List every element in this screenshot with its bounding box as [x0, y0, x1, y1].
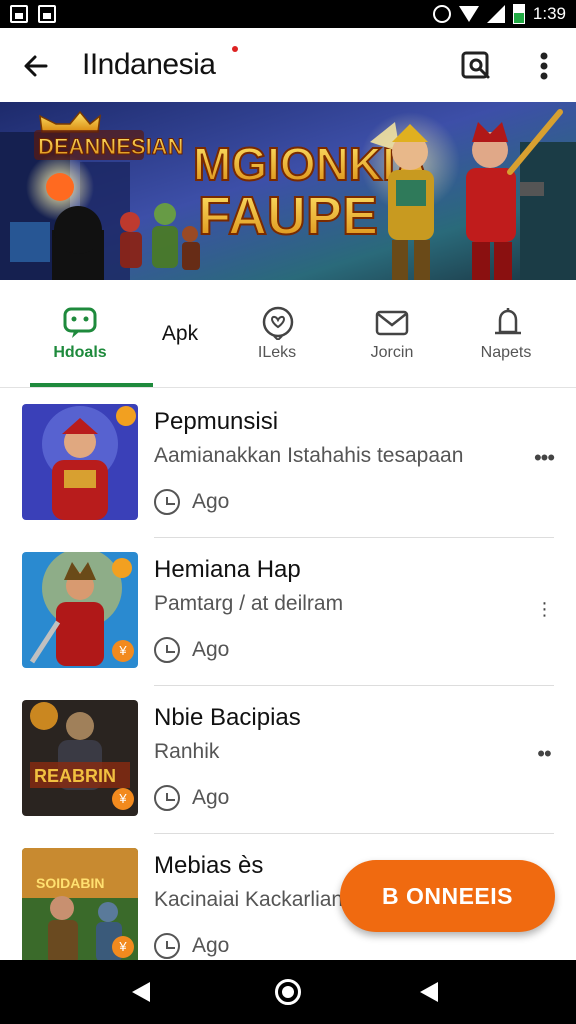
time-label: Ago: [192, 490, 230, 513]
game-subtitle: Pamtarg / at deilram: [154, 592, 344, 615]
clock-icon: [154, 637, 180, 663]
game-thumbnail: REABRIN ¥: [22, 700, 138, 816]
search-button[interactable]: [458, 48, 494, 84]
search-page-icon: [461, 51, 490, 79]
hero-thumbnail-image: [22, 404, 138, 520]
clock-icon: [154, 933, 180, 959]
currency-badge: ¥: [112, 640, 134, 662]
clock-time: 1:39: [532, 4, 566, 23]
notification-icons: [10, 5, 56, 23]
tab-label: Apk: [161, 322, 199, 345]
thumbnail-logo-text: REABRIN: [34, 766, 116, 786]
game-title: Pepmunsisi: [154, 408, 279, 435]
mail-icon: [375, 310, 409, 336]
tab-napets[interactable]: Napets: [466, 280, 546, 388]
overflow-menu-button[interactable]: [532, 48, 556, 84]
tab-label: Jorcin: [370, 344, 414, 361]
app-bar: IIndanesia: [0, 28, 576, 102]
time-row: Ago: [154, 784, 229, 812]
time-row: Ago: [154, 488, 229, 516]
banner-headline-line2: FAUPE: [198, 186, 378, 246]
category-tabs: Hdoals Apk ILeks Jorcin Napets: [0, 280, 576, 388]
nav-recents-icon[interactable]: [420, 982, 438, 1002]
thumbnail-logo-text: SOIDABIN: [36, 875, 104, 891]
nav-home-icon[interactable]: [275, 979, 301, 1005]
arrow-left-icon: [24, 55, 48, 77]
nav-back-icon[interactable]: [132, 982, 150, 1002]
item-more-button[interactable]: ••: [532, 743, 556, 770]
back-button[interactable]: [18, 48, 54, 84]
selected-tab-indicator: [30, 383, 153, 387]
floating-action-button[interactable]: B ONNEEIS: [340, 860, 555, 932]
alarm-icon: [432, 5, 451, 23]
image-notification-icon: [38, 5, 56, 23]
tab-label: Hdoals: [53, 344, 107, 361]
game-thumbnail: SOIDABIN ¥: [22, 848, 138, 960]
game-subtitle: Kacinaiai Kackarlian: [154, 888, 344, 911]
list-item[interactable]: Pepmunsisi Aamianakkan Istahahis tesapaa…: [0, 390, 576, 538]
hero-banner[interactable]: DEANNESIAN MGIONKIA FAUPE: [0, 102, 576, 280]
tab-label: ILeks: [257, 344, 297, 361]
title-dot-icon: [232, 46, 238, 52]
game-subtitle: Aamianakkan Istahahis tesapaan: [154, 444, 464, 467]
game-title: Hemiana Hap: [154, 556, 301, 583]
tab-likes[interactable]: ILeks: [237, 280, 317, 388]
game-thumbnail: ¥: [22, 552, 138, 668]
time-label: Ago: [192, 638, 230, 661]
more-vert-icon: [540, 52, 548, 80]
item-more-button[interactable]: ⋮: [532, 598, 556, 622]
time-label: Ago: [192, 934, 230, 957]
list-item[interactable]: REABRIN ¥ Nbie Bacipias Ranhik Ago ••: [0, 686, 576, 834]
bell-icon: [495, 308, 521, 335]
chat-face-icon: [63, 307, 97, 338]
clock-icon: [154, 785, 180, 811]
status-bar: 1:39: [0, 0, 576, 28]
system-navigation-bar: [0, 960, 576, 1024]
game-subtitle: Ranhik: [154, 740, 220, 763]
game-title: Nbie Bacipias: [154, 704, 301, 731]
tab-label: Napets: [480, 344, 532, 361]
notification-icon: [10, 5, 28, 23]
page-title: IIndanesia: [82, 48, 216, 81]
game-thumbnail: [22, 404, 138, 520]
game-title: Mebias ès: [154, 852, 264, 879]
banner-logo-text: DEANNESIAN: [38, 134, 183, 159]
tab-apk[interactable]: Apk: [140, 280, 220, 388]
currency-badge: ¥: [112, 936, 134, 958]
currency-badge: ¥: [112, 788, 134, 810]
battery-icon: [512, 4, 525, 24]
system-icons: 1:39: [432, 4, 566, 24]
item-more-button[interactable]: •••: [532, 447, 556, 474]
clock-icon: [154, 489, 180, 515]
list-item[interactable]: ¥ Hemiana Hap Pamtarg / at deilram Ago ⋮: [0, 538, 576, 686]
tab-journal[interactable]: Jorcin: [352, 280, 432, 388]
time-row: Ago: [154, 932, 229, 960]
banner-artwork: DEANNESIAN MGIONKIA FAUPE: [0, 102, 576, 280]
heart-face-icon: [262, 306, 294, 340]
time-row: Ago: [154, 636, 229, 664]
wifi-icon: [458, 6, 479, 22]
tab-news[interactable]: Hdoals: [30, 280, 130, 388]
signal-icon: [486, 5, 505, 23]
time-label: Ago: [192, 786, 230, 809]
